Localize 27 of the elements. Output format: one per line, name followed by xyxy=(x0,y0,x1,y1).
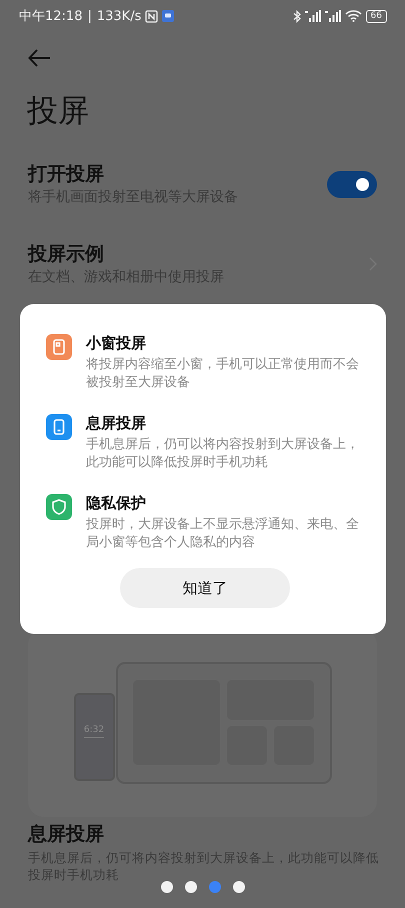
setting-title: 打开投屏 xyxy=(28,162,105,187)
setting-title: 投屏示例 xyxy=(28,242,105,267)
network-speed: 133K/s xyxy=(96,8,142,24)
feature-title: 息屏投屏 xyxy=(86,413,147,434)
page-indicator-dot[interactable] xyxy=(160,881,172,893)
example-title: 息屏投屏 xyxy=(28,822,105,847)
feature-description: 将投屏内容缩至小窗，手机可以正常使用而不会被投射至大屏设备 xyxy=(86,356,360,392)
signal-icon xyxy=(324,10,341,22)
wifi-icon xyxy=(344,10,362,22)
got-it-button[interactable]: 知道了 xyxy=(120,568,290,608)
page-indicator-dot[interactable] xyxy=(208,881,220,893)
page-indicator-dot[interactable] xyxy=(232,881,244,893)
battery-indicator: 66 xyxy=(366,10,387,22)
page-title: 投屏 xyxy=(27,92,90,131)
feature-description: 手机息屏后，仍可以将内容投射到大屏设备上，此功能可以降低投屏时手机功耗 xyxy=(86,436,360,472)
back-icon[interactable] xyxy=(28,49,52,67)
status-separator: | xyxy=(87,8,92,24)
chat-icon xyxy=(162,10,174,22)
status-time: 中午12:18 xyxy=(19,8,82,25)
page-indicator-dot[interactable] xyxy=(184,881,196,893)
feature-description: 投屏时，大屏设备上不显示悬浮通知、来电、全局小窗等包含个人隐私的内容 xyxy=(86,516,360,552)
feature-title: 小窗投屏 xyxy=(86,333,147,354)
toggle-switch[interactable] xyxy=(327,170,377,198)
feature-title: 隐私保护 xyxy=(86,493,147,514)
nfc-icon xyxy=(145,10,158,22)
signal-icon xyxy=(304,10,321,22)
bluetooth-icon xyxy=(292,10,301,22)
